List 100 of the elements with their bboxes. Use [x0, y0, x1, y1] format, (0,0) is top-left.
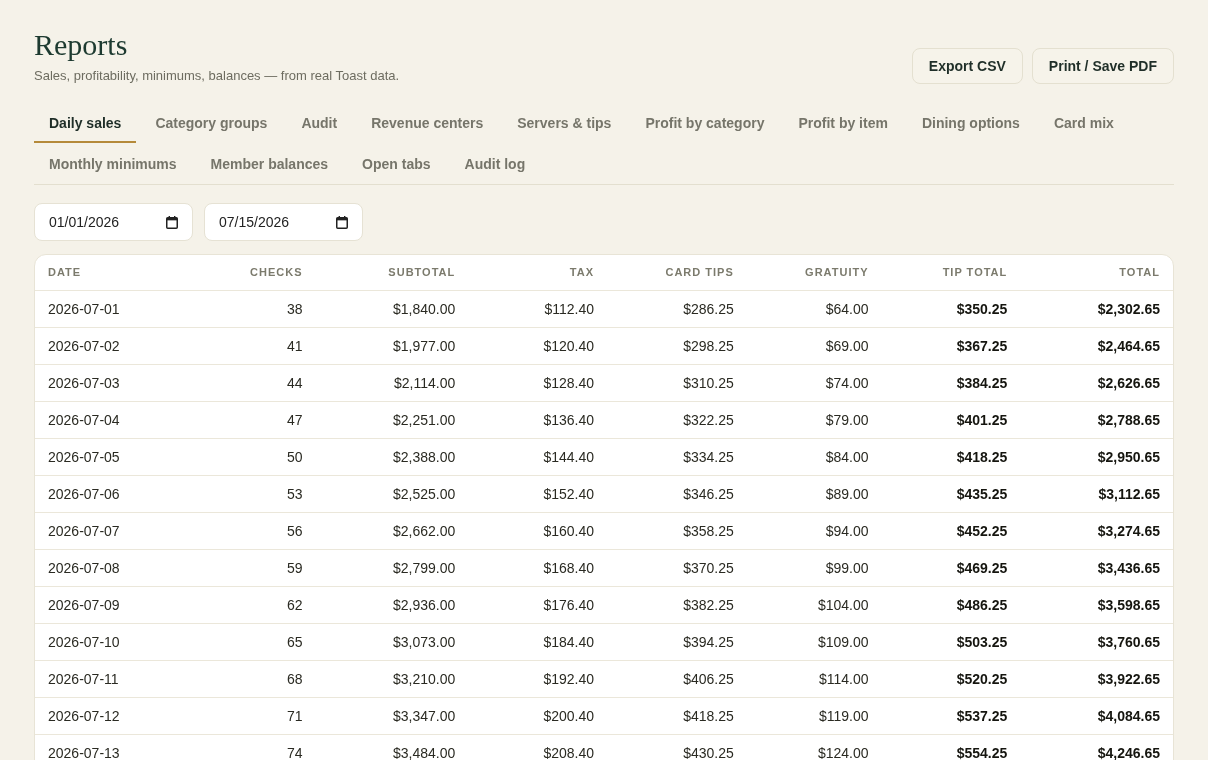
table-cell-text: $358.25 [682, 522, 735, 541]
table-cell-text: $406.25 [682, 670, 735, 689]
column-header: SUBTOTAL [387, 265, 457, 280]
table-cell-text: $2,788.65 [1096, 411, 1161, 430]
table-cell-text: $3,484.00 [391, 744, 457, 760]
table-cell-text: 2026-07-07 [47, 522, 121, 541]
table-cell-text: $2,936.00 [391, 596, 457, 615]
table-cell-text: $520.25 [955, 670, 1009, 689]
table-cell-text: 74 [285, 744, 304, 760]
table-cell-text: $168.40 [542, 559, 595, 578]
table-cell-text: 2026-07-08 [47, 559, 121, 578]
table-cell-text: $136.40 [542, 411, 595, 430]
page-subtitle: Sales, profitability, minimums, balances — from real Toast data. [34, 67, 400, 85]
table-cell-text: $2,251.00 [391, 411, 457, 430]
column-header: CARD TIPS [664, 265, 735, 280]
table-cell-text: 2026-07-12 [47, 707, 121, 726]
action-button[interactable]: Print / Save PDF [1031, 48, 1174, 84]
table-cell-text: $2,662.00 [391, 522, 457, 541]
table-cell-text: $1,977.00 [391, 337, 457, 356]
table-cell-text: 2026-07-02 [47, 337, 121, 356]
tab[interactable]: Monthly minimums [34, 145, 192, 184]
table-cell-text: 44 [285, 374, 304, 393]
table-cell-text: $310.25 [682, 374, 735, 393]
table-cell-text: $200.40 [542, 707, 595, 726]
table-cell-text: $152.40 [542, 485, 595, 504]
tab[interactable]: Audit log [449, 145, 541, 184]
table-cell-text: 2026-07-06 [47, 485, 121, 504]
table-cell-text: 41 [285, 337, 304, 356]
table-cell-text: $435.25 [955, 485, 1009, 504]
table-cell-text: $192.40 [542, 670, 595, 689]
table-cell-text: $112.40 [543, 300, 595, 319]
table-cell-text: $144.40 [542, 448, 595, 467]
table-cell-text: $64.00 [824, 300, 870, 319]
table-cell-text: $2,114.00 [393, 374, 457, 393]
tab[interactable]: Profit by item [783, 104, 903, 143]
table-cell-text: $554.25 [955, 744, 1009, 760]
table-cell-text: $346.25 [682, 485, 735, 504]
tab[interactable]: Daily sales [34, 104, 137, 143]
calendar-icon[interactable] [336, 215, 348, 229]
table-cell-text: $79.00 [824, 411, 870, 430]
table-cell-text: $452.25 [955, 522, 1009, 541]
table-cell-text: $286.25 [682, 300, 735, 319]
table-cell-text: $298.25 [682, 337, 735, 356]
table-cell-text: $418.25 [682, 707, 735, 726]
table-cell-text: $334.25 [682, 448, 735, 467]
table-cell-text: 59 [285, 559, 304, 578]
date-field[interactable]: 07/15/2026 [204, 203, 363, 241]
table-cell-text: $2,799.00 [391, 559, 457, 578]
table-cell-text: $1,840.00 [391, 300, 457, 319]
tab[interactable]: Member balances [195, 145, 344, 184]
table-cell-text: $370.25 [682, 559, 735, 578]
table-cell-text: $382.25 [682, 596, 735, 615]
table-cell-text: 53 [285, 485, 304, 504]
date-field[interactable]: 01/01/2026 [34, 203, 193, 241]
tab[interactable]: Category groups [140, 104, 283, 143]
table-cell-text: 65 [285, 633, 304, 652]
table-cell-text: $176.40 [542, 596, 595, 615]
table-cell-text: $89.00 [824, 485, 870, 504]
table-cell-text: $2,626.65 [1096, 374, 1161, 393]
table-cell-text: $128.40 [542, 374, 595, 393]
table-cell-text: $401.25 [955, 411, 1009, 430]
table-cell-text: 71 [285, 707, 304, 726]
table-cell-text: $124.00 [816, 744, 870, 760]
table-cell-text: $486.25 [955, 596, 1009, 615]
tab[interactable]: Open tabs [347, 145, 446, 184]
calendar-icon[interactable] [166, 215, 178, 229]
tab[interactable]: Revenue centers [356, 104, 499, 143]
table-cell-text: 2026-07-10 [47, 633, 121, 652]
table-cell-text: $350.25 [955, 300, 1009, 319]
table-cell-text: $74.00 [824, 374, 870, 393]
table-cell-text: $2,525.00 [391, 485, 457, 504]
table-cell-text: $367.25 [955, 337, 1009, 356]
table-cell-text: $94.00 [824, 522, 870, 541]
table-cell-text: $537.25 [955, 707, 1009, 726]
table-cell-text: 2026-07-13 [47, 744, 121, 760]
table-cell-text: $104.00 [816, 596, 870, 615]
table-cell-text: $503.25 [955, 633, 1009, 652]
tab[interactable]: Profit by category [630, 104, 780, 143]
table-cell-text: $430.25 [682, 744, 735, 760]
table-cell-text: $4,246.65 [1096, 744, 1161, 760]
table-cell-text: $114.00 [817, 670, 870, 689]
table-cell-text: 2026-07-04 [47, 411, 121, 430]
table-cell-text: $2,464.65 [1096, 337, 1161, 356]
table-cell-text: $4,084.65 [1096, 707, 1161, 726]
table-cell-text: $394.25 [682, 633, 735, 652]
tab[interactable]: Card mix [1038, 104, 1129, 143]
table-cell-text: $99.00 [824, 559, 870, 578]
table-cell-text: $2,302.65 [1096, 300, 1161, 319]
table-cell-text: $384.25 [955, 374, 1009, 393]
tab[interactable]: Servers & tips [502, 104, 627, 143]
table-cell-text: $469.25 [955, 559, 1009, 578]
table-cell-text: $3,436.65 [1096, 559, 1161, 578]
action-button[interactable]: Export CSV [911, 48, 1023, 84]
column-header: TAX [568, 265, 595, 280]
table-cell-text: 2026-07-03 [47, 374, 121, 393]
tab[interactable]: Dining options [906, 104, 1035, 143]
table-cell-text: $109.00 [816, 633, 870, 652]
table-cell-text: 2026-07-01 [47, 300, 121, 319]
table-cell-text: $3,112.65 [1097, 485, 1161, 504]
tab[interactable]: Audit [286, 104, 353, 143]
